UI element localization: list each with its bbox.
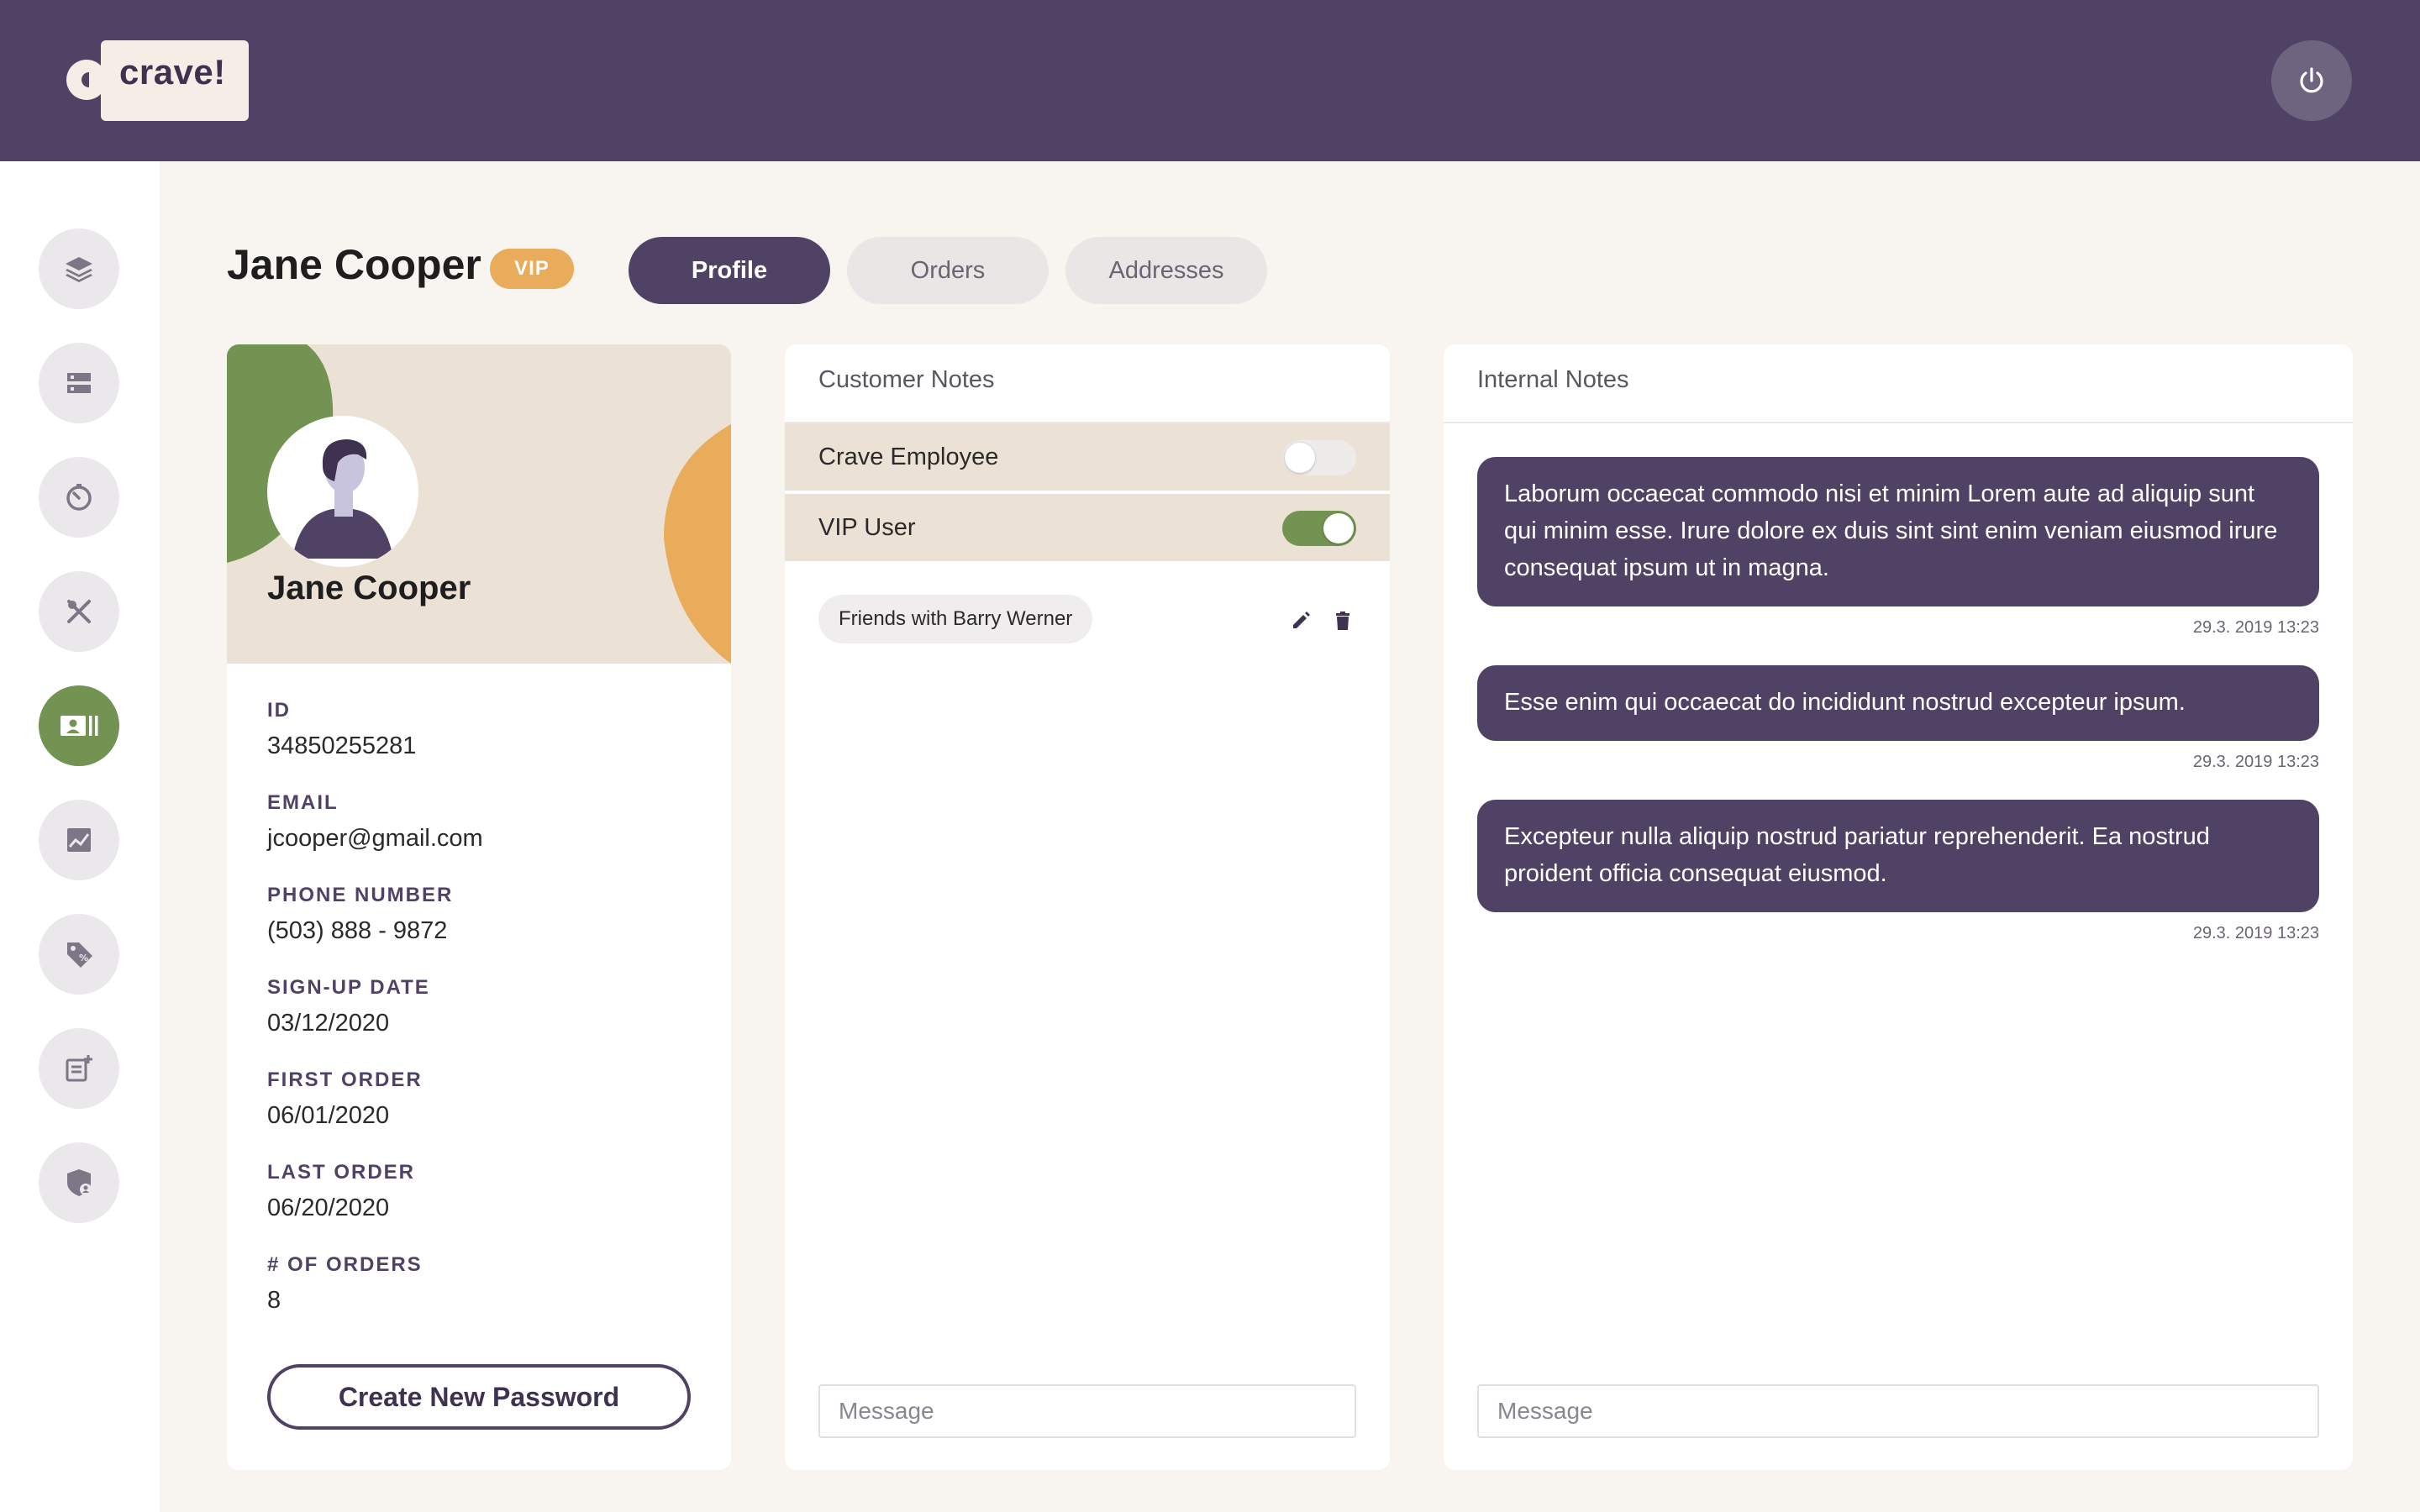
note-tag[interactable]: Friends with Barry Werner [818, 595, 1093, 643]
divider [1444, 422, 2353, 423]
sidebar-item-discounts[interactable]: % [39, 914, 119, 995]
field-label: EMAIL [267, 791, 339, 814]
field-value: 06/01/2020 [267, 1102, 390, 1129]
field-value: jcooper@gmail.com [267, 825, 483, 852]
create-password-button[interactable]: Create New Password [267, 1364, 691, 1430]
toggle-row-vip-user: VIP User [785, 494, 1390, 561]
toggle-knob [1285, 443, 1315, 473]
logo-text: crave! [119, 52, 226, 92]
field-value: (503) 888 - 9872 [267, 917, 448, 944]
sidebar-item-timer[interactable] [39, 457, 119, 538]
svg-text:%: % [79, 953, 88, 963]
note-bubble: Laborum occaecat commodo nisi et minim L… [1477, 457, 2319, 606]
note-timestamp: 29.3. 2019 13:23 [2192, 618, 2319, 637]
field-value: 03/12/2020 [267, 1010, 390, 1037]
sidebar: % [0, 161, 160, 1512]
field-value: 34850255281 [267, 732, 417, 759]
field-label: ID [267, 699, 291, 722]
page-title: Jane Cooper [227, 241, 481, 288]
analytics-icon [67, 828, 91, 852]
power-icon [2300, 67, 2323, 93]
admin-shield-icon [67, 1169, 92, 1196]
vip-badge: VIP [490, 249, 574, 289]
vip-user-toggle[interactable] [1282, 511, 1356, 546]
sidebar-item-admin[interactable] [39, 1142, 119, 1223]
delete-icon[interactable] [1331, 609, 1355, 633]
field-order-count: # OF ORDERS 8 [267, 1253, 423, 1315]
field-label: # OF ORDERS [267, 1253, 423, 1276]
field-first-order: FIRST ORDER 06/01/2020 [267, 1068, 423, 1130]
sidebar-item-analytics[interactable] [39, 800, 119, 880]
logout-button[interactable] [2271, 40, 2352, 121]
toggle-knob [1323, 513, 1354, 543]
profile-name: Jane Cooper [267, 570, 471, 606]
field-phone: PHONE NUMBER (503) 888 - 9872 [267, 884, 453, 945]
field-label: SIGN-UP DATE [267, 976, 430, 999]
crave-employee-toggle[interactable] [1282, 440, 1356, 475]
toggle-row-crave-employee: Crave Employee [785, 423, 1390, 491]
sidebar-item-posts[interactable] [39, 1028, 119, 1109]
toggle-label: Crave Employee [818, 443, 999, 470]
logo-mark-icon [66, 60, 109, 100]
internal-notes-card: Internal Notes Laborum occaecat commodo … [1444, 344, 2353, 1470]
field-email: EMAIL jcooper@gmail.com [267, 791, 483, 853]
note-timestamp: 29.3. 2019 13:23 [2192, 753, 2319, 771]
customer-message-input[interactable] [818, 1384, 1356, 1438]
customer-card-icon [60, 716, 98, 736]
note-bubble: Excepteur nulla aliquip nostrud pariatur… [1477, 800, 2319, 912]
field-label: FIRST ORDER [267, 1068, 423, 1091]
add-post-icon [66, 1055, 92, 1082]
utensils-icon [67, 600, 91, 623]
field-value: 06/20/2020 [267, 1194, 390, 1221]
tab-profile[interactable]: Profile [629, 237, 830, 304]
card-title: Internal Notes [1477, 366, 1629, 393]
field-id: ID 34850255281 [267, 699, 416, 760]
field-last-order: LAST ORDER 06/20/2020 [267, 1161, 415, 1222]
profile-card: Jane Cooper ID 34850255281 EMAIL jcooper… [227, 344, 731, 1470]
field-value: 8 [267, 1287, 281, 1314]
field-label: PHONE NUMBER [267, 884, 454, 906]
note-bubble: Esse enim qui occaecat do incididunt nos… [1477, 665, 2319, 741]
discount-tag-icon: % [67, 942, 92, 968]
avatar [267, 416, 418, 567]
sidebar-item-customers[interactable] [39, 685, 119, 766]
field-signup-date: SIGN-UP DATE 03/12/2020 [267, 976, 430, 1037]
layers-icon [66, 257, 92, 282]
sidebar-item-menu[interactable] [39, 571, 119, 652]
internal-message-input[interactable] [1477, 1384, 2319, 1438]
timer-icon [66, 484, 92, 511]
tab-addresses[interactable]: Addresses [1065, 237, 1267, 304]
tab-orders[interactable]: Orders [847, 237, 1049, 304]
user-avatar-icon [267, 416, 418, 567]
field-label: LAST ORDER [267, 1161, 415, 1184]
sidebar-item-layers[interactable] [39, 228, 119, 309]
sidebar-item-servers[interactable] [39, 343, 119, 423]
edit-icon[interactable] [1289, 609, 1313, 633]
note-timestamp: 29.3. 2019 13:23 [2192, 924, 2319, 942]
top-bar: crave! [0, 0, 2420, 161]
card-title: Customer Notes [818, 366, 995, 393]
toggle-label: VIP User [818, 513, 916, 541]
server-icon [67, 373, 91, 393]
customer-notes-card: Customer Notes Crave Employee VIP User F… [785, 344, 1390, 1470]
